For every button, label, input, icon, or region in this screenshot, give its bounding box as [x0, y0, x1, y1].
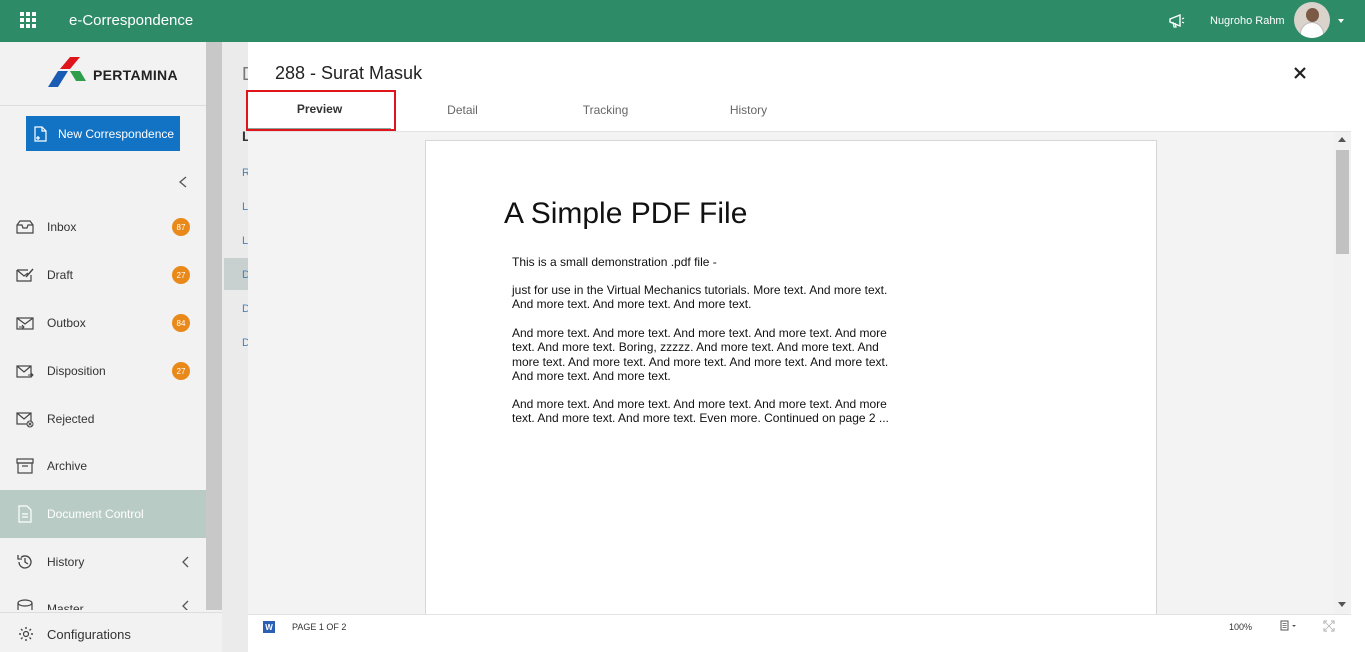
sidebar-item-master[interactable]: Master — [0, 586, 206, 610]
sidebar-scrollbar[interactable] — [206, 42, 222, 610]
sidebar-item-label: Document Control — [47, 507, 144, 521]
tab-label: Detail — [447, 103, 478, 117]
draft-count-badge: 27 — [172, 266, 190, 284]
pdf-paragraph: And more text. And more text. And more t… — [512, 397, 889, 426]
sidebar-item-label: Master — [47, 602, 84, 610]
sidebar-item-label: Disposition — [47, 364, 106, 378]
apps-grid-icon[interactable] — [20, 12, 36, 28]
history-expand-chevron-icon[interactable] — [181, 556, 189, 568]
rejected-icon — [16, 412, 34, 428]
history-icon — [17, 555, 32, 569]
document-viewer[interactable]: A Simple PDF File This is a small demons… — [248, 132, 1335, 614]
inbox-count-badge: 87 — [172, 218, 190, 236]
pdf-paragraph: This is a small demonstration .pdf file … — [512, 255, 717, 269]
pdf-paragraph: And more text. And more text. And more t… — [512, 326, 889, 383]
disposition-count-badge: 27 — [172, 362, 190, 380]
scroll-thumb[interactable] — [1336, 150, 1349, 254]
scroll-down-arrow-icon[interactable] — [1338, 602, 1346, 607]
megaphone-icon[interactable] — [1168, 13, 1186, 29]
app-title: e-Correspondence — [69, 12, 194, 29]
sidebar-item-label: Outbox — [47, 316, 86, 330]
outbox-icon — [16, 317, 34, 330]
pdf-heading: A Simple PDF File — [504, 197, 748, 230]
user-name[interactable]: Nugroho Rahm — [1210, 15, 1285, 27]
gear-icon — [19, 627, 33, 641]
new-document-icon — [34, 125, 47, 142]
draft-icon — [16, 268, 34, 282]
logo-text: PERTAMINA — [93, 67, 178, 83]
page-scrollbar[interactable] — [1351, 42, 1365, 652]
tab-detail[interactable]: Detail — [391, 90, 534, 130]
fullscreen-icon[interactable] — [1323, 620, 1335, 632]
outbox-count-badge: 84 — [172, 314, 190, 332]
sidebar-item-label: Draft — [47, 268, 74, 282]
tab-highlight-outline — [246, 90, 396, 131]
document-control-icon — [18, 505, 32, 523]
sidebar-item-label: Inbox — [47, 220, 77, 234]
word-document-icon: W — [263, 621, 275, 633]
sidebar-item-inbox[interactable]: Inbox 87 — [0, 203, 206, 251]
pertamina-logo-icon — [48, 57, 86, 87]
master-expand-chevron-icon[interactable] — [181, 600, 189, 610]
tab-label: History — [729, 103, 768, 117]
scroll-up-arrow-icon[interactable] — [1338, 137, 1346, 142]
close-icon[interactable] — [1293, 66, 1307, 80]
document-modal: 288 - Surat Masuk Preview Detail Trackin… — [246, 42, 1365, 652]
page-indicator: PAGE 1 OF 2 — [292, 622, 347, 632]
tab-label: Tracking — [582, 103, 629, 117]
top-bar: e-Correspondence Nugroho Rahm — [0, 0, 1365, 42]
sidebar-item-label: History — [47, 555, 85, 569]
sidebar-item-archive[interactable]: Archive — [0, 442, 206, 490]
master-icon — [17, 599, 33, 610]
pdf-page: A Simple PDF File This is a small demons… — [425, 140, 1157, 614]
disposition-icon — [16, 365, 34, 378]
logo-area: PERTAMINA — [0, 42, 206, 106]
viewer-status-bar: W PAGE 1 OF 2 100% — [248, 614, 1365, 652]
sidebar-item-draft[interactable]: Draft 27 — [0, 251, 206, 299]
modal-tabs: Preview Detail Tracking History — [246, 90, 1365, 132]
archive-icon — [16, 458, 34, 474]
pdf-paragraph: just for use in the Virtual Mechanics tu… — [512, 283, 888, 312]
inbox-icon — [16, 220, 34, 234]
sidebar-item-disposition[interactable]: Disposition 27 — [0, 347, 206, 395]
new-correspondence-label: New Correspondence — [58, 126, 175, 141]
sidebar-item-label: Configurations — [47, 627, 131, 642]
modal-title: 288 - Surat Masuk — [275, 63, 423, 83]
sidebar-item-configurations[interactable]: Configurations — [0, 612, 222, 652]
new-correspondence-button[interactable]: New Correspondence — [26, 116, 180, 151]
zoom-level[interactable]: 100% — [1229, 622, 1252, 632]
sidebar-item-label: Rejected — [47, 412, 95, 426]
sidebar-item-rejected[interactable]: Rejected — [0, 395, 206, 443]
sidebar-item-outbox[interactable]: Outbox 84 — [0, 299, 206, 347]
avatar[interactable] — [1294, 2, 1330, 38]
sidebar-item-document-control[interactable]: Document Control — [0, 490, 206, 538]
view-mode-dropdown-icon[interactable] — [1280, 620, 1298, 632]
sidebar-item-label: Archive — [47, 459, 88, 473]
viewer-scrollbar[interactable] — [1334, 132, 1351, 614]
tab-history[interactable]: History — [677, 90, 820, 130]
sidebar-item-history[interactable]: History — [0, 538, 206, 586]
user-menu-caret-icon[interactable] — [1338, 19, 1344, 23]
tab-tracking[interactable]: Tracking — [534, 90, 677, 130]
collapse-sidebar-chevron-icon[interactable] — [178, 176, 188, 188]
